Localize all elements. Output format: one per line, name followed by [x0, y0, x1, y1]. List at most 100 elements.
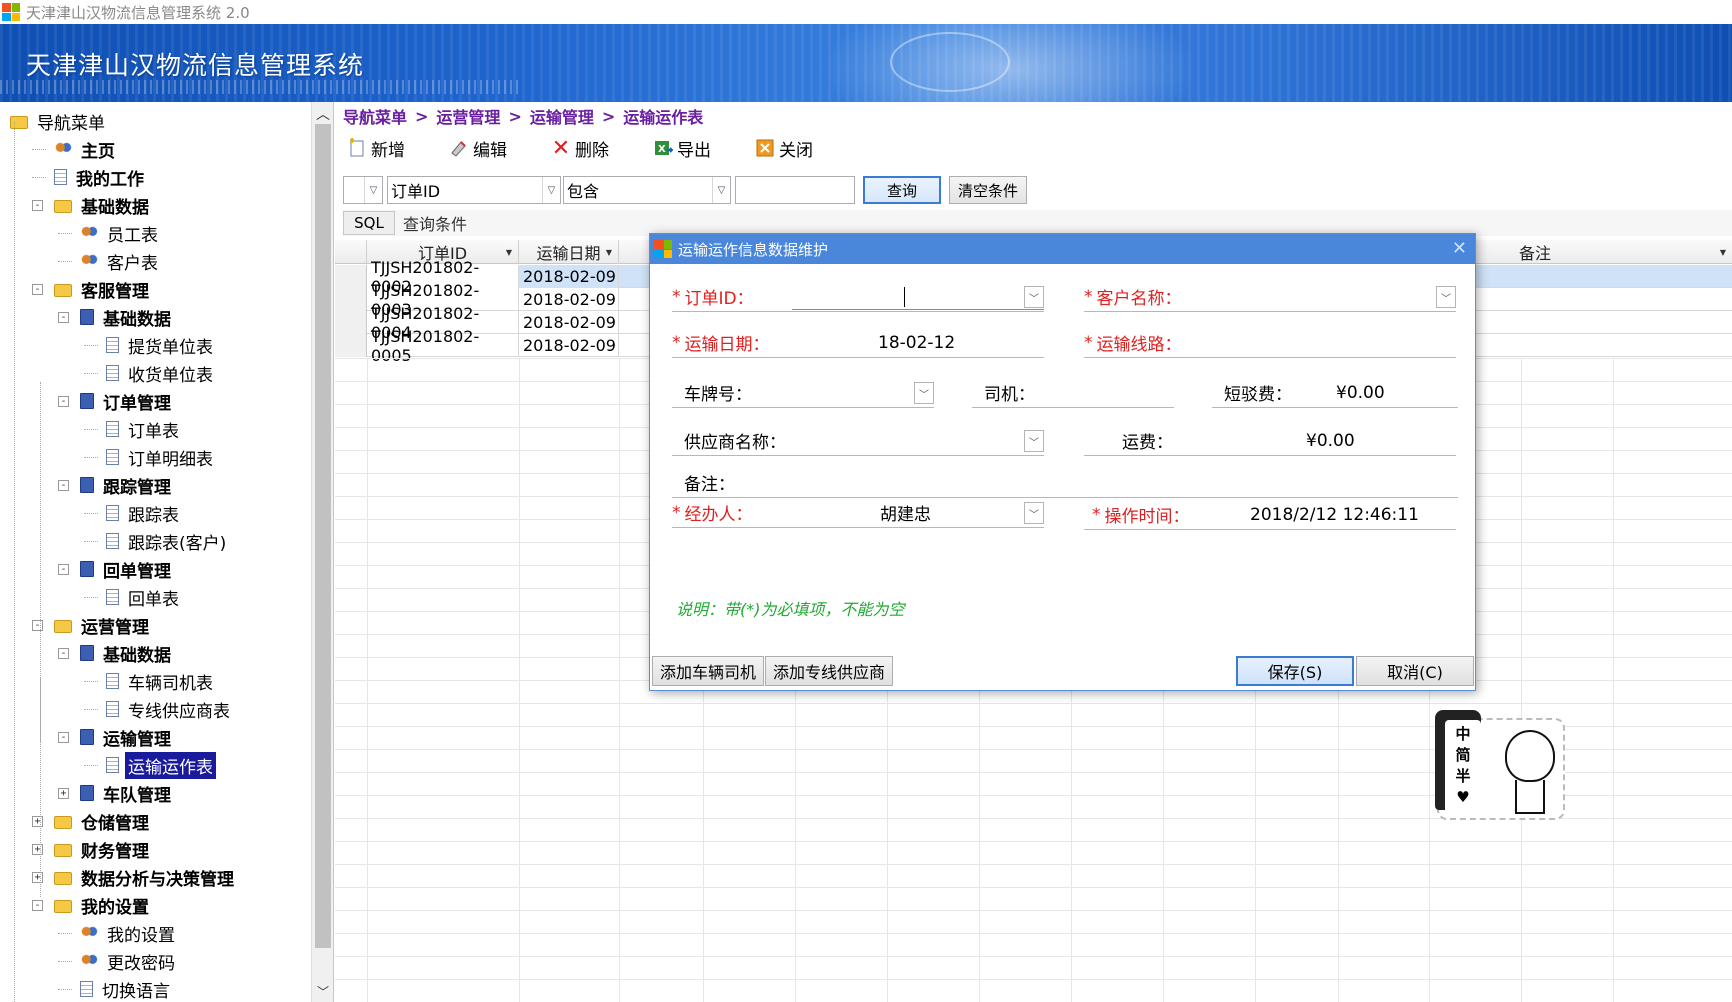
chevron-down-icon[interactable]: ﹀	[1024, 430, 1044, 452]
cell-date[interactable]: 2018-02-09	[519, 265, 619, 288]
nav-item-14[interactable]: 跟踪表	[106, 500, 182, 526]
nav-item-18[interactable]: 运营管理	[54, 612, 152, 638]
breadcrumb-item[interactable]: 运输管理	[530, 104, 594, 128]
expand-toggle-icon[interactable]: +	[58, 788, 69, 799]
breadcrumb-item[interactable]: 运营管理	[436, 104, 500, 128]
nav-item-15[interactable]: 跟踪表(客户)	[106, 528, 229, 554]
nav-item-9[interactable]: 收货单位表	[106, 360, 216, 386]
nav-item-27[interactable]: 数据分析与决策管理	[54, 864, 237, 890]
operation-time-field[interactable]: * 操作时间： 2018/2/12 12:46:11	[1084, 500, 1456, 530]
nav-item-28[interactable]: 我的设置	[54, 892, 152, 918]
nav-item-16[interactable]: 回单管理	[80, 556, 174, 582]
collapse-toggle-icon[interactable]: -	[58, 564, 69, 575]
cell-date[interactable]: 2018-02-09	[519, 334, 619, 357]
collapse-toggle-icon[interactable]: -	[58, 312, 69, 323]
collapse-toggle-icon[interactable]: -	[32, 900, 43, 911]
nav-item-13[interactable]: 跟踪管理	[80, 472, 174, 498]
column-header-date[interactable]: 运输日期 ▼	[519, 240, 619, 264]
chevron-down-icon[interactable]: ▽	[364, 177, 382, 203]
freight-field[interactable]: 运费： ¥0.00	[1084, 426, 1456, 456]
nav-item-26[interactable]: 财务管理	[54, 836, 152, 862]
row-header[interactable]	[335, 288, 367, 311]
navigation-tree[interactable]: 导航菜单 主页 我的工作 基础数据 - 员工表 客户表 客服管理 - 基础数据 - 提货单位表 收货单位…	[0, 102, 334, 1002]
nav-item-2[interactable]: 我的工作	[54, 164, 147, 190]
row-header[interactable]	[335, 265, 367, 288]
nav-item-10[interactable]: 订单管理	[80, 388, 174, 414]
nav-item-31[interactable]: 切换语言	[80, 976, 173, 1002]
add-supplier-button[interactable]: 添加专线供应商	[765, 656, 893, 686]
scroll-thumb[interactable]	[315, 124, 331, 948]
chevron-down-icon[interactable]: ▽	[542, 177, 560, 203]
nav-item-30[interactable]: 更改密码	[80, 948, 178, 974]
nav-item-22[interactable]: 运输管理	[80, 724, 174, 750]
keyword-input[interactable]	[735, 176, 855, 204]
close-button[interactable]: 关闭	[755, 136, 813, 161]
nav-item-8[interactable]: 提货单位表	[106, 332, 216, 358]
add-button[interactable]: 新增	[347, 136, 405, 161]
scroll-up-icon[interactable]: ︿	[315, 104, 331, 123]
collapse-toggle-icon[interactable]: -	[32, 620, 43, 631]
nav-item-23[interactable]: 运输运作表	[106, 751, 216, 779]
scroll-down-icon[interactable]: ﹀	[315, 983, 331, 1000]
handler-value[interactable]: 胡建忠	[880, 500, 931, 525]
save-button[interactable]: 保存(S)	[1236, 656, 1354, 686]
nav-item-5[interactable]: 客户表	[80, 248, 161, 274]
query-button[interactable]: 查询	[863, 176, 941, 204]
sort-dropdown-icon[interactable]: ▼	[1720, 248, 1726, 257]
sort-dropdown-icon[interactable]: ▼	[606, 248, 612, 257]
row-header[interactable]	[335, 311, 367, 334]
row-header-corner[interactable]	[335, 240, 367, 264]
chevron-down-icon[interactable]: ﹀	[914, 382, 934, 404]
breadcrumb-item[interactable]: 导航菜单	[343, 104, 407, 128]
field-select[interactable]: 订单ID ▽	[387, 176, 561, 204]
edit-button[interactable]: 编辑	[449, 136, 507, 161]
collapse-toggle-icon[interactable]: -	[32, 284, 43, 295]
nav-item-11[interactable]: 订单表	[106, 416, 182, 442]
cell-order-id[interactable]: TJJSH201802-0005	[367, 327, 519, 365]
cancel-button[interactable]: 取消(C)	[1356, 656, 1474, 686]
nav-item-21[interactable]: 专线供应商表	[106, 696, 233, 722]
collapse-toggle-icon[interactable]: -	[58, 480, 69, 491]
remark-field[interactable]: 备注：	[672, 468, 1458, 498]
freight-value[interactable]: ¥0.00	[1306, 431, 1355, 451]
driver-field[interactable]: 司机：	[972, 378, 1174, 408]
nav-item-17[interactable]: 回单表	[106, 584, 182, 610]
transport-date-field[interactable]: * 运输日期： 18-02-12	[672, 328, 1044, 358]
delete-button[interactable]: ✕ 删除	[551, 136, 609, 161]
sort-dropdown-icon[interactable]: ▼	[506, 248, 512, 257]
breadcrumb-item[interactable]: 运输运作表	[623, 104, 703, 128]
cell-date[interactable]: 2018-02-09	[519, 288, 619, 311]
nav-item-0[interactable]: 导航菜单	[10, 108, 108, 134]
expand-toggle-icon[interactable]: +	[32, 844, 43, 855]
nav-item-7[interactable]: 基础数据	[80, 304, 174, 330]
expand-toggle-icon[interactable]: +	[32, 816, 43, 827]
collapse-toggle-icon[interactable]: -	[58, 648, 69, 659]
chevron-down-icon[interactable]: ﹀	[1024, 286, 1044, 308]
dialog-close-icon[interactable]: ✕	[1452, 238, 1467, 259]
add-vehicle-driver-button[interactable]: 添加车辆司机	[652, 656, 764, 686]
chevron-down-icon[interactable]: ▽	[712, 177, 730, 203]
nav-item-24[interactable]: 车队管理	[80, 780, 174, 806]
order-id-select[interactable]	[792, 284, 1044, 310]
nav-item-25[interactable]: 仓储管理	[54, 808, 152, 834]
chevron-down-icon[interactable]: ﹀	[1024, 502, 1044, 524]
clear-conditions-button[interactable]: 清空条件	[949, 176, 1027, 204]
short-fee-field[interactable]: 短驳费： ¥0.00	[1212, 378, 1458, 408]
operator-select[interactable]: 包含 ▽	[563, 176, 731, 204]
nav-scrollbar[interactable]: ︿ ﹀	[311, 102, 333, 1002]
nav-item-3[interactable]: 基础数据	[54, 192, 152, 218]
chevron-down-icon[interactable]: ﹀	[1436, 286, 1456, 308]
nav-item-29[interactable]: 我的设置	[80, 920, 178, 946]
nav-item-4[interactable]: 员工表	[80, 220, 161, 246]
nav-item-19[interactable]: 基础数据	[80, 640, 174, 666]
operation-time-value[interactable]: 2018/2/12 12:46:11	[1250, 505, 1419, 525]
logic-select[interactable]: ▽	[343, 176, 383, 204]
nav-item-12[interactable]: 订单明细表	[106, 444, 216, 470]
nav-item-20[interactable]: 车辆司机表	[106, 668, 216, 694]
collapse-toggle-icon[interactable]: -	[58, 732, 69, 743]
cell-date[interactable]: 2018-02-09	[519, 311, 619, 334]
export-button[interactable]: X 导出	[653, 136, 711, 161]
row-header[interactable]	[335, 334, 367, 357]
collapse-toggle-icon[interactable]: -	[32, 200, 43, 211]
sql-button[interactable]: SQL	[343, 211, 395, 235]
